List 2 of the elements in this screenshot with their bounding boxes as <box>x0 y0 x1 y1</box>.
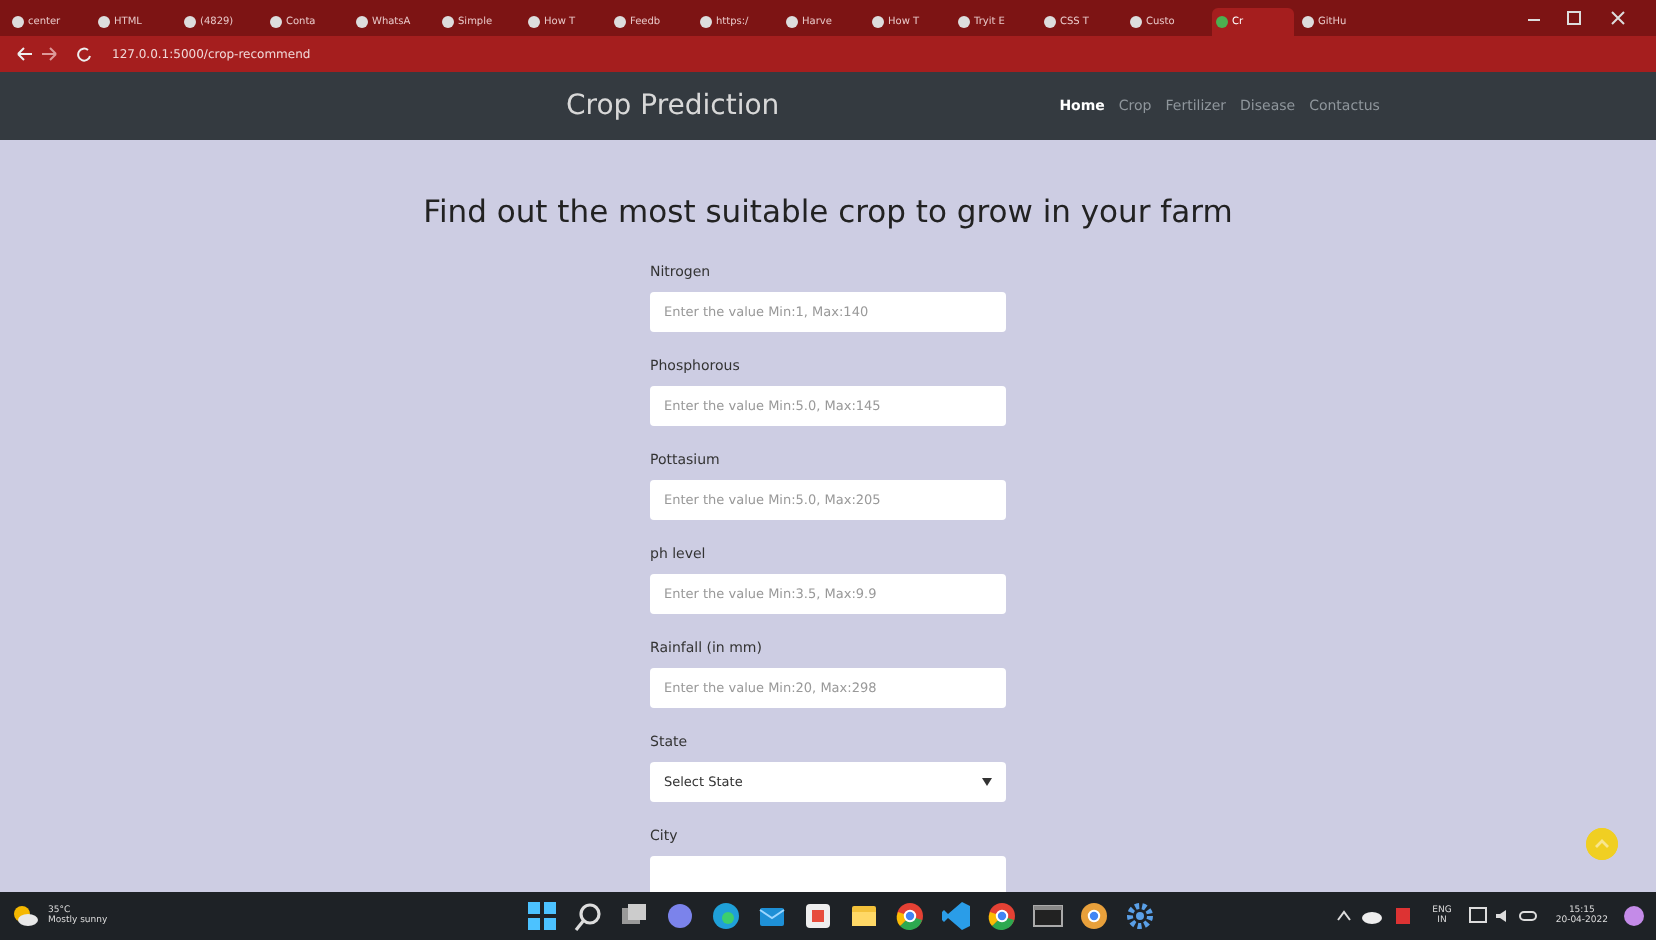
page-heading: Find out the most suitable crop to grow in your farm <box>423 194 1233 230</box>
site-title: Crop Prediction <box>566 90 780 122</box>
